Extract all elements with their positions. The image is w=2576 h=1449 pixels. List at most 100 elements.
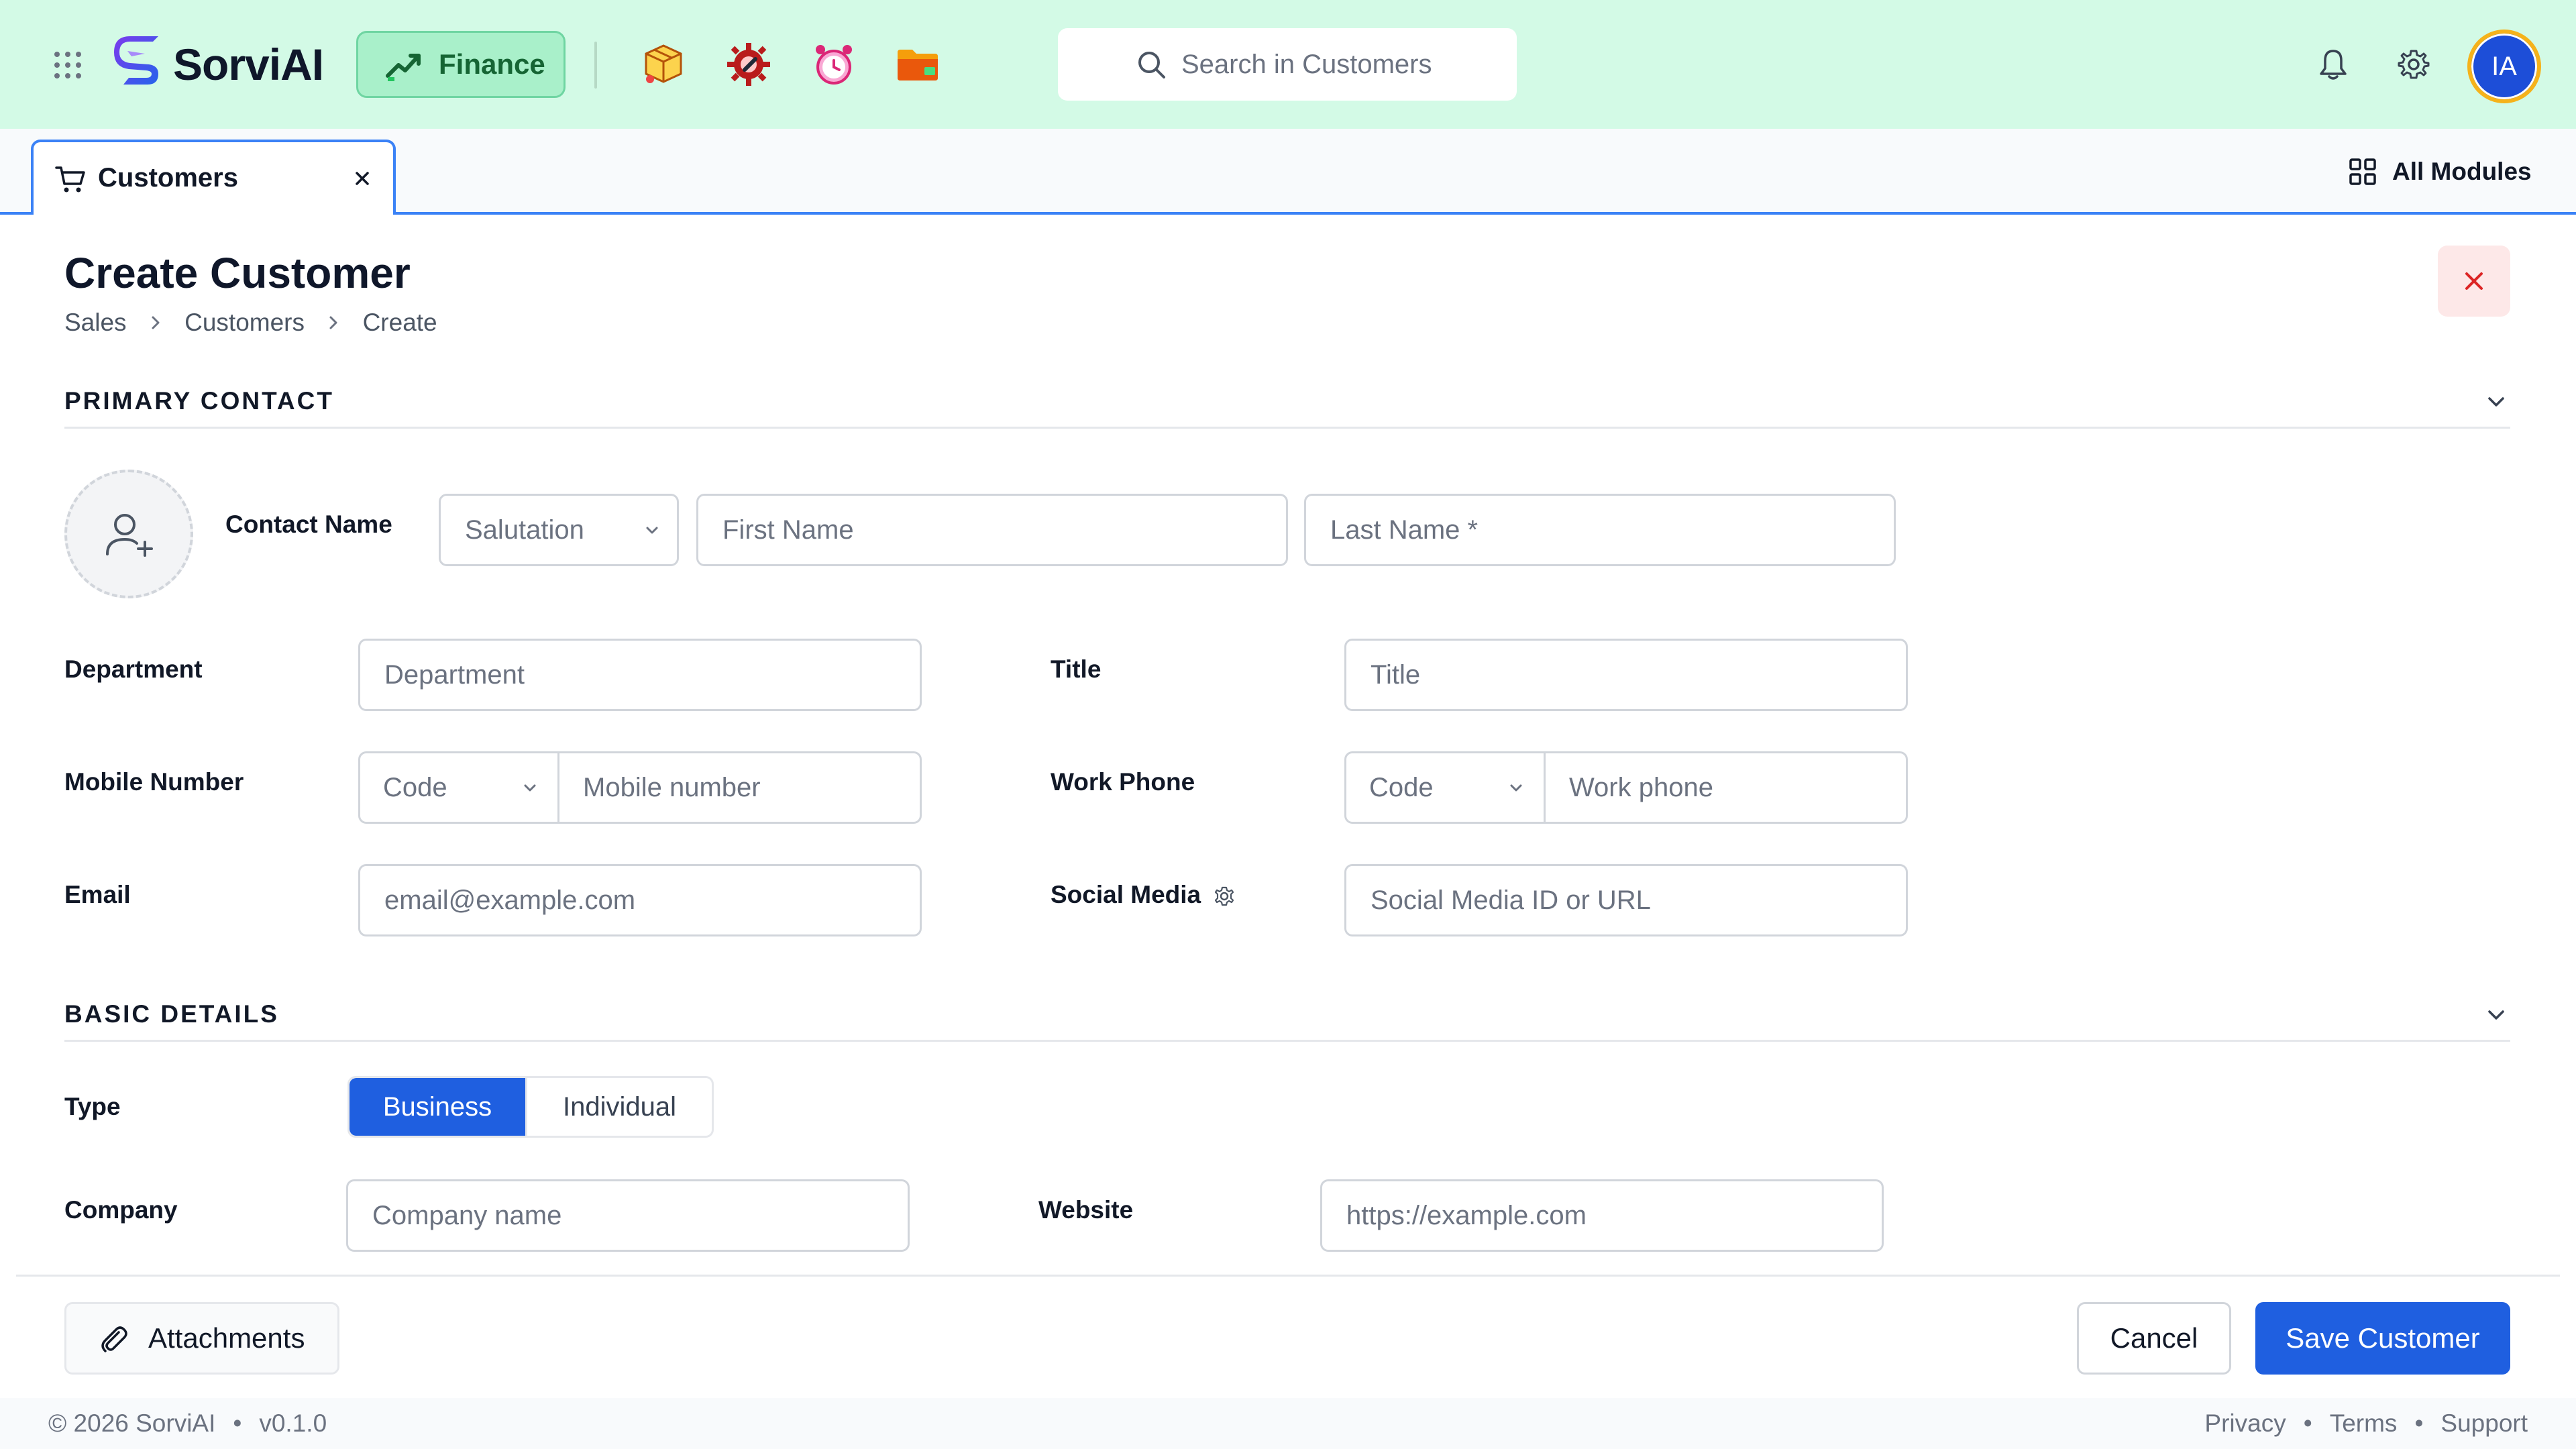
chevron-right-icon bbox=[323, 313, 343, 333]
save-customer-button[interactable]: Save Customer bbox=[2255, 1302, 2510, 1375]
tab-label: Customers bbox=[98, 163, 238, 193]
terms-link[interactable]: Terms bbox=[2330, 1409, 2398, 1437]
brand-logo-icon bbox=[111, 35, 169, 93]
social-settings-gear-icon[interactable] bbox=[1213, 885, 1236, 908]
tab-strip: Customers All Modules bbox=[0, 129, 2576, 215]
social-media-label-text: Social Media bbox=[1051, 881, 1201, 908]
attachments-label: Attachments bbox=[148, 1322, 305, 1354]
footer-meta: © 2026 SorviAI • v0.1.0 bbox=[48, 1398, 327, 1449]
work-phone-field: Code Work phone bbox=[1344, 751, 1908, 824]
app-launcher-grid-icon[interactable] bbox=[52, 50, 83, 80]
type-label: Type bbox=[64, 1093, 121, 1120]
page-title: Create Customer bbox=[64, 249, 411, 297]
breadcrumb-create: Create bbox=[362, 309, 437, 337]
department-label: Department bbox=[64, 655, 203, 683]
all-modules-label: All Modules bbox=[2392, 158, 2532, 185]
bell-icon[interactable] bbox=[2316, 47, 2351, 82]
settings-gear-icon[interactable] bbox=[2396, 47, 2431, 82]
add-user-icon bbox=[106, 514, 153, 557]
breadcrumb-sales[interactable]: Sales bbox=[64, 305, 127, 341]
contact-name-label: Contact Name bbox=[225, 511, 392, 538]
salutation-select[interactable]: Salutation bbox=[439, 494, 679, 566]
modules-grid-icon bbox=[2348, 157, 2377, 186]
mobile-number-input[interactable]: Mobile number bbox=[561, 753, 920, 822]
footer-dot: • bbox=[2414, 1409, 2424, 1437]
social-media-input[interactable]: Social Media ID or URL bbox=[1344, 864, 1908, 936]
first-name-placeholder: First Name bbox=[722, 515, 854, 545]
topbar-divider bbox=[594, 42, 597, 89]
chevron-down-icon[interactable] bbox=[2482, 1001, 2510, 1029]
type-individual-option[interactable]: Individual bbox=[525, 1078, 712, 1136]
social-media-placeholder: Social Media ID or URL bbox=[1371, 885, 1651, 915]
website-label: Website bbox=[1038, 1196, 1134, 1224]
close-form-button[interactable] bbox=[2438, 246, 2510, 317]
footer-dot: • bbox=[233, 1409, 242, 1437]
company-label: Company bbox=[64, 1196, 178, 1224]
first-name-input[interactable]: First Name bbox=[696, 494, 1288, 566]
company-input[interactable]: Company name bbox=[346, 1179, 910, 1252]
footer-links: Privacy • Terms • Support bbox=[2204, 1398, 2528, 1449]
breadcrumb-customers[interactable]: Customers bbox=[184, 305, 305, 341]
title-input[interactable]: Title bbox=[1344, 639, 1908, 711]
social-media-label: Social Media bbox=[1051, 876, 1236, 914]
work-code-placeholder: Code bbox=[1369, 773, 1434, 802]
work-phone-label: Work Phone bbox=[1051, 768, 1195, 796]
mobile-code-placeholder: Code bbox=[383, 773, 447, 802]
email-input[interactable]: email@example.com bbox=[358, 864, 922, 936]
search-icon bbox=[1136, 49, 1167, 80]
mobile-number-placeholder: Mobile number bbox=[583, 773, 761, 802]
user-avatar[interactable]: IA bbox=[2467, 30, 2541, 103]
mobile-number-field: Code Mobile number bbox=[358, 751, 922, 824]
work-phone-placeholder: Work phone bbox=[1569, 773, 1713, 802]
gear-wrench-app-icon[interactable] bbox=[724, 40, 773, 89]
cancel-button[interactable]: Cancel bbox=[2077, 1302, 2231, 1375]
email-label: Email bbox=[64, 881, 131, 908]
attachments-button[interactable]: Attachments bbox=[64, 1302, 339, 1375]
top-bar: SorviAI Finance Search in Customers IA bbox=[0, 0, 2576, 129]
close-tab-icon[interactable] bbox=[349, 165, 376, 192]
folder-app-icon[interactable] bbox=[894, 40, 942, 89]
chevron-down-icon bbox=[520, 777, 540, 798]
paperclip-icon bbox=[97, 1323, 131, 1356]
alarm-clock-app-icon[interactable] bbox=[810, 40, 858, 89]
section-title-primary-contact: PRIMARY CONTACT bbox=[64, 387, 334, 415]
module-switcher-finance[interactable]: Finance bbox=[356, 31, 566, 98]
website-placeholder: https://example.com bbox=[1346, 1201, 1587, 1230]
work-phone-input[interactable]: Work phone bbox=[1548, 753, 1906, 822]
title-placeholder: Title bbox=[1371, 660, 1421, 690]
title-label: Title bbox=[1051, 655, 1102, 683]
footer-dot: • bbox=[2303, 1409, 2312, 1437]
website-input[interactable]: https://example.com bbox=[1320, 1179, 1884, 1252]
module-label: Finance bbox=[439, 48, 545, 80]
copyright-text: © 2026 SorviAI bbox=[48, 1409, 216, 1437]
section-divider bbox=[64, 1040, 2510, 1042]
chevron-down-icon[interactable] bbox=[2482, 388, 2510, 416]
brand-name: SorviAI bbox=[173, 40, 324, 89]
page-footer: © 2026 SorviAI • v0.1.0 Privacy • Terms • Supp… bbox=[0, 1398, 2576, 1449]
privacy-link[interactable]: Privacy bbox=[2204, 1409, 2286, 1437]
mobile-code-select[interactable]: Code bbox=[360, 753, 559, 822]
breadcrumb: Sales Customers Create bbox=[64, 303, 437, 339]
section-divider bbox=[64, 427, 2510, 429]
mobile-number-label: Mobile Number bbox=[64, 768, 244, 796]
email-placeholder: email@example.com bbox=[384, 885, 636, 915]
support-link[interactable]: Support bbox=[2440, 1409, 2528, 1437]
salutation-placeholder: Salutation bbox=[465, 515, 584, 545]
last-name-input[interactable]: Last Name * bbox=[1304, 494, 1896, 566]
section-title-basic-details: BASIC DETAILS bbox=[64, 1000, 279, 1028]
chevron-right-icon bbox=[146, 313, 166, 333]
actions-divider bbox=[16, 1275, 2560, 1277]
version-text: v0.1.0 bbox=[259, 1409, 327, 1437]
department-input[interactable]: Department bbox=[358, 639, 922, 711]
package-app-icon[interactable] bbox=[639, 40, 688, 89]
work-code-select[interactable]: Code bbox=[1346, 753, 1546, 822]
department-placeholder: Department bbox=[384, 660, 525, 690]
search-placeholder: Search in Customers bbox=[1181, 50, 1432, 79]
contact-photo-upload[interactable] bbox=[64, 470, 193, 598]
chevron-down-icon bbox=[1506, 777, 1526, 798]
tab-customers[interactable]: Customers bbox=[31, 140, 396, 215]
close-icon bbox=[2465, 272, 2483, 290]
global-search[interactable]: Search in Customers bbox=[1058, 28, 1517, 101]
type-business-option[interactable]: Business bbox=[350, 1078, 525, 1136]
last-name-placeholder: Last Name * bbox=[1330, 515, 1479, 545]
